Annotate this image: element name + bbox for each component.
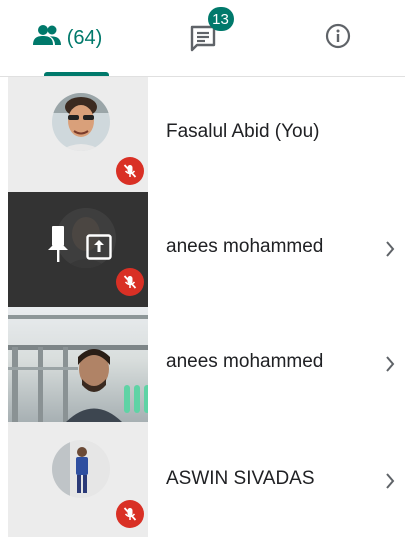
tab-chat[interactable]: 13 [135, 0, 270, 76]
presenting-icon [86, 234, 112, 265]
unread-badge: 13 [207, 7, 234, 31]
tab-people[interactable]: (64) [0, 0, 135, 76]
tab-bar: (64) 13 [0, 0, 405, 77]
participant-name: anees mohammed [166, 351, 324, 372]
chat-icon [188, 25, 218, 57]
participant-list: Fasalul Abid (You) anees mohammed anees … [0, 77, 405, 537]
tab-info[interactable] [270, 0, 405, 76]
chevron-right-icon[interactable] [383, 354, 397, 374]
avatar [52, 440, 110, 498]
pin-icon[interactable] [46, 224, 70, 269]
participant-tile [8, 192, 148, 307]
chevron-right-icon[interactable] [383, 239, 397, 259]
participant-tile [8, 422, 148, 537]
info-icon [325, 23, 351, 54]
mic-off-icon [116, 268, 144, 296]
participant-video-tile [8, 307, 148, 422]
participant-tile [8, 77, 148, 192]
active-tab-indicator [44, 72, 109, 76]
participant-name: Fasalul Abid (You) [166, 121, 320, 142]
participant-name: anees mohammed [166, 236, 324, 257]
participant-row[interactable]: anees mohammed [0, 192, 405, 307]
participant-row[interactable]: anees mohammed [0, 307, 405, 422]
participant-row-self[interactable]: Fasalul Abid (You) [0, 77, 405, 192]
chevron-right-icon[interactable] [383, 471, 397, 491]
participant-count: (64) [66, 26, 103, 49]
people-icon [32, 24, 61, 52]
participant-row[interactable]: ASWIN SIVADAS [0, 422, 405, 537]
mic-off-icon [116, 157, 144, 185]
speaking-indicator [124, 381, 148, 413]
participant-name: ASWIN SIVADAS [166, 468, 315, 489]
avatar [52, 93, 110, 151]
mic-off-icon [116, 500, 144, 528]
